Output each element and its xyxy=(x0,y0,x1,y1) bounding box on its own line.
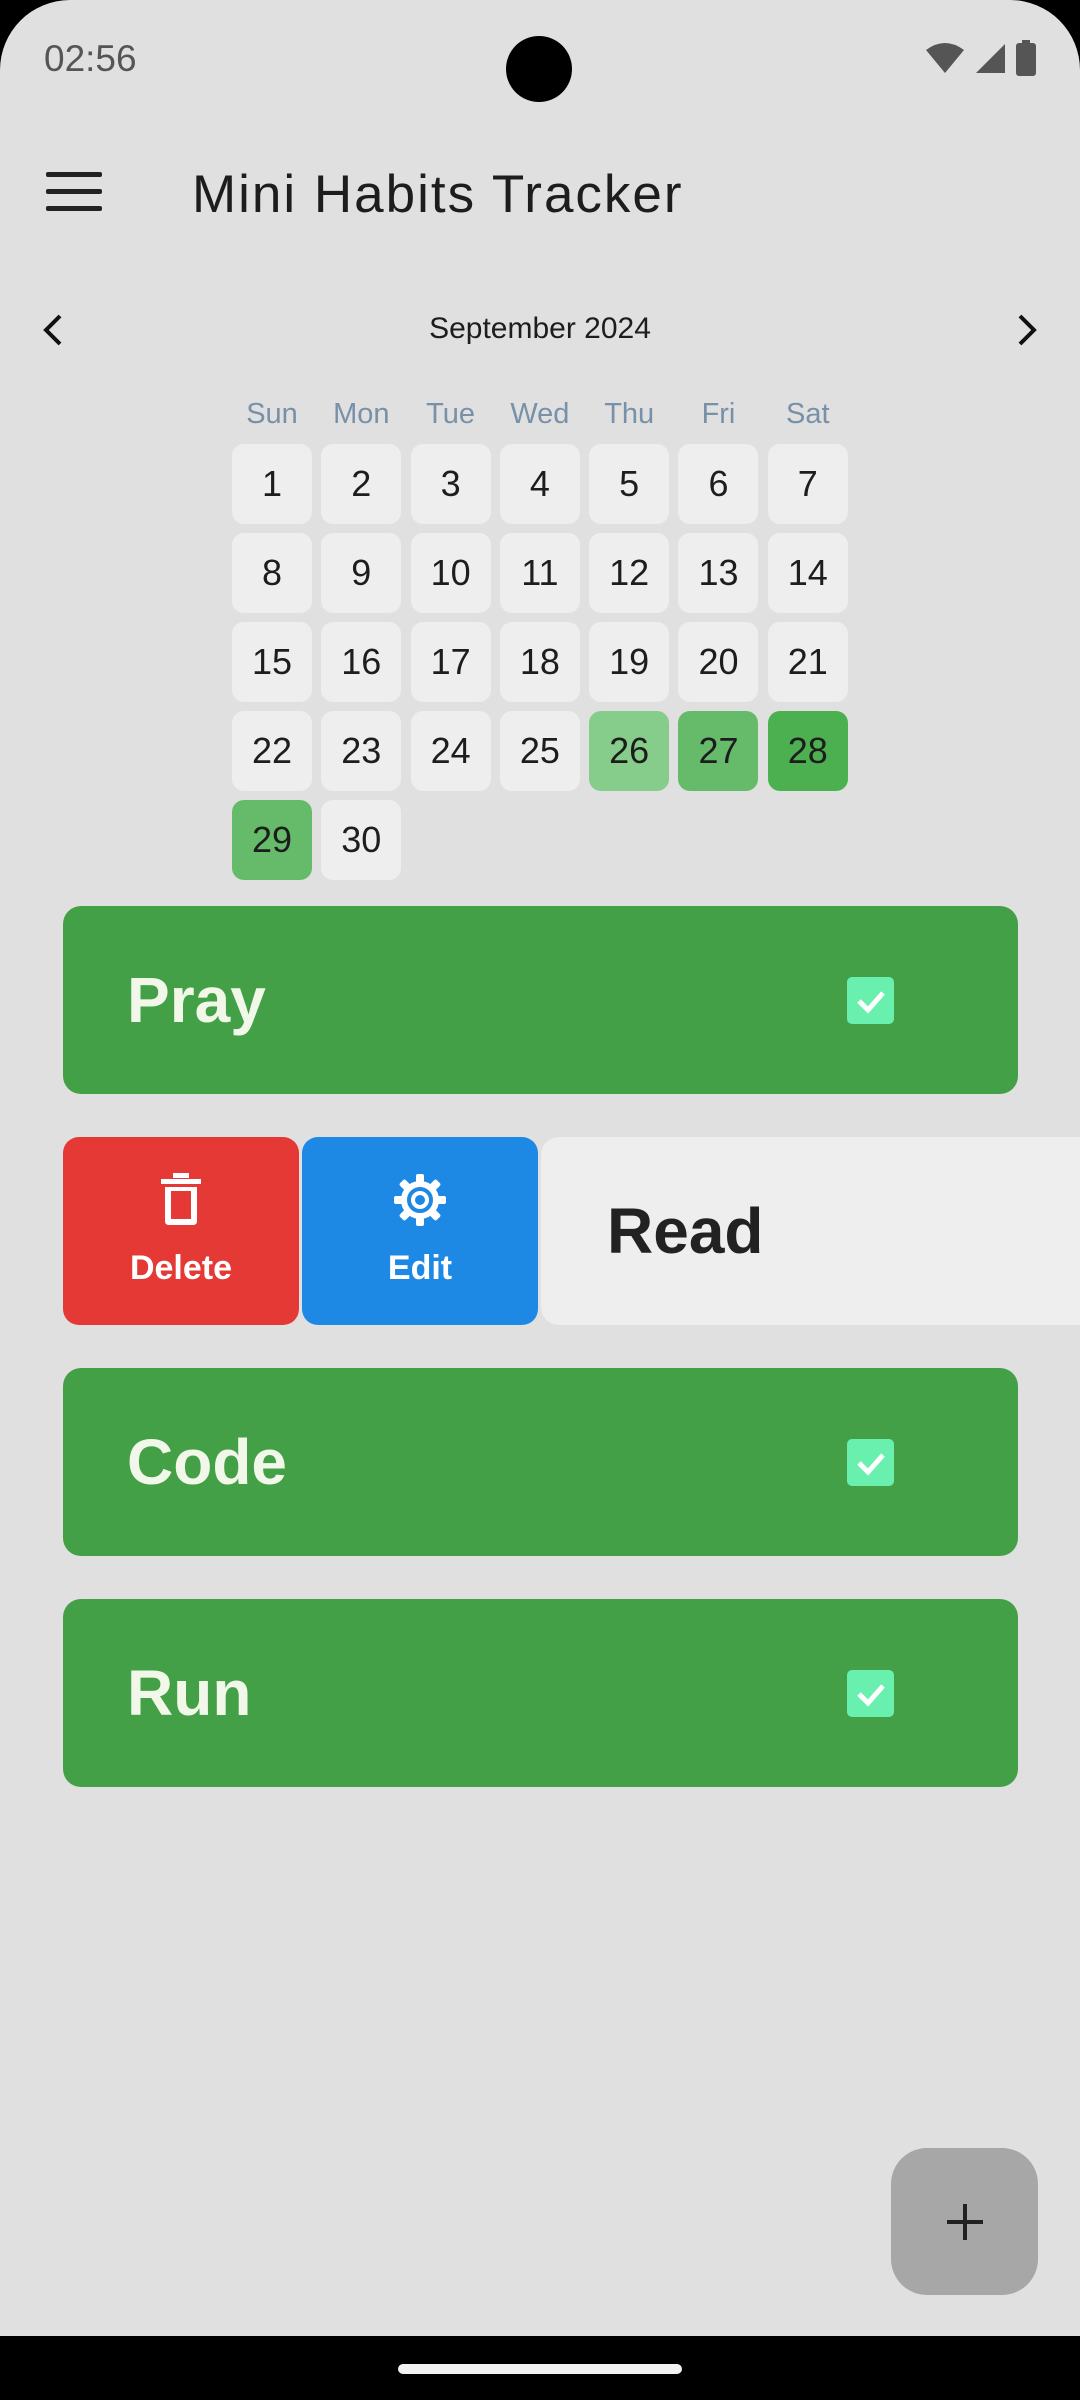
calendar-day[interactable]: 5 xyxy=(589,444,670,524)
gear-icon xyxy=(394,1174,446,1226)
calendar-day[interactable]: 17 xyxy=(410,622,491,702)
habit-name: Run xyxy=(127,1657,252,1729)
plus-icon xyxy=(946,2203,983,2240)
habit-checkbox[interactable] xyxy=(847,1670,894,1717)
edit-label: Edit xyxy=(387,1249,453,1287)
check-icon xyxy=(856,1452,885,1476)
calendar-day[interactable]: 7 xyxy=(767,444,848,524)
delete-label: Delete xyxy=(129,1249,233,1287)
check-icon xyxy=(856,1683,885,1707)
weekday-label: Sat xyxy=(786,398,830,430)
habit-card-pray[interactable]: Pray xyxy=(63,906,1018,1094)
add-habit-button[interactable] xyxy=(891,2148,1038,2295)
app-title: Mini Habits Tracker xyxy=(192,165,684,224)
calendar-day[interactable]: 13 xyxy=(678,533,759,613)
calendar-day[interactable]: 25 xyxy=(499,711,580,791)
status-icons xyxy=(926,40,1036,76)
calendar-day[interactable]: 2 xyxy=(321,444,402,524)
calendar-day[interactable]: 20 xyxy=(678,622,759,702)
check-icon xyxy=(856,990,885,1014)
chevron-right-icon[interactable] xyxy=(1006,310,1046,350)
habit-name: Read xyxy=(607,1195,764,1267)
calendar-day[interactable]: 29 xyxy=(232,800,312,880)
weekday-label: Mon xyxy=(333,398,390,430)
calendar-day[interactable]: 12 xyxy=(589,533,670,613)
habit-name: Code xyxy=(127,1426,287,1498)
calendar-days-grid: 1 2 3 4 5 6 7 8 9 10 11 12 13 14 15 16 1… xyxy=(232,444,848,880)
calendar-day[interactable]: 23 xyxy=(321,711,402,791)
habit-card-read[interactable]: Read xyxy=(541,1137,1080,1325)
habit-card-run[interactable]: Run xyxy=(63,1599,1018,1787)
habit-name: Pray xyxy=(127,964,266,1036)
calendar-day[interactable]: 16 xyxy=(321,622,402,702)
calendar-day[interactable]: 30 xyxy=(321,800,402,880)
menu-icon[interactable] xyxy=(46,172,102,216)
calendar-day[interactable]: 21 xyxy=(767,622,848,702)
home-indicator[interactable] xyxy=(398,2364,682,2374)
calendar-day[interactable]: 4 xyxy=(499,444,580,524)
calendar-day[interactable]: 28 xyxy=(767,711,848,791)
app-screen: 02:56 Mini Habits Tracker September 2024… xyxy=(0,0,1080,2336)
edit-button[interactable]: Edit xyxy=(302,1137,538,1325)
calendar-weekdays: Sun Mon Tue Wed Thu Fri Sat xyxy=(232,398,848,431)
calendar-day[interactable]: 24 xyxy=(410,711,491,791)
habit-checkbox[interactable] xyxy=(847,1439,894,1486)
calendar-day[interactable]: 1 xyxy=(232,444,312,524)
calendar-day[interactable]: 8 xyxy=(232,533,312,613)
weekday-label: Fri xyxy=(701,398,736,430)
habit-card-code[interactable]: Code xyxy=(63,1368,1018,1556)
calendar-day[interactable]: 9 xyxy=(321,533,402,613)
delete-button[interactable]: Delete xyxy=(63,1137,299,1325)
calendar-day[interactable]: 10 xyxy=(410,533,491,613)
wifi-icon xyxy=(926,43,964,73)
camera-cutout xyxy=(506,36,572,102)
signal-icon xyxy=(976,44,1005,73)
habit-checkbox[interactable] xyxy=(847,977,894,1024)
calendar-day[interactable]: 6 xyxy=(678,444,759,524)
weekday-label: Tue xyxy=(426,398,476,430)
calendar-day[interactable]: 11 xyxy=(499,533,580,613)
calendar-day[interactable]: 27 xyxy=(678,711,759,791)
calendar-day[interactable]: 3 xyxy=(410,444,491,524)
habit-swipe-row-read: Delete Edit Read xyxy=(63,1137,1080,1325)
calendar-month-label: September 2024 xyxy=(429,312,651,345)
calendar-day[interactable]: 19 xyxy=(589,622,670,702)
calendar-day[interactable]: 22 xyxy=(232,711,312,791)
calendar-day[interactable]: 18 xyxy=(499,622,580,702)
weekday-label: Wed xyxy=(510,398,570,430)
battery-icon xyxy=(1016,40,1036,76)
calendar-day[interactable]: 14 xyxy=(767,533,848,613)
calendar-day[interactable]: 15 xyxy=(232,622,312,702)
weekday-label: Thu xyxy=(604,398,655,430)
weekday-label: Sun xyxy=(246,398,298,430)
trash-icon xyxy=(161,1173,201,1225)
calendar-day[interactable]: 26 xyxy=(589,711,670,791)
status-time: 02:56 xyxy=(44,38,137,79)
